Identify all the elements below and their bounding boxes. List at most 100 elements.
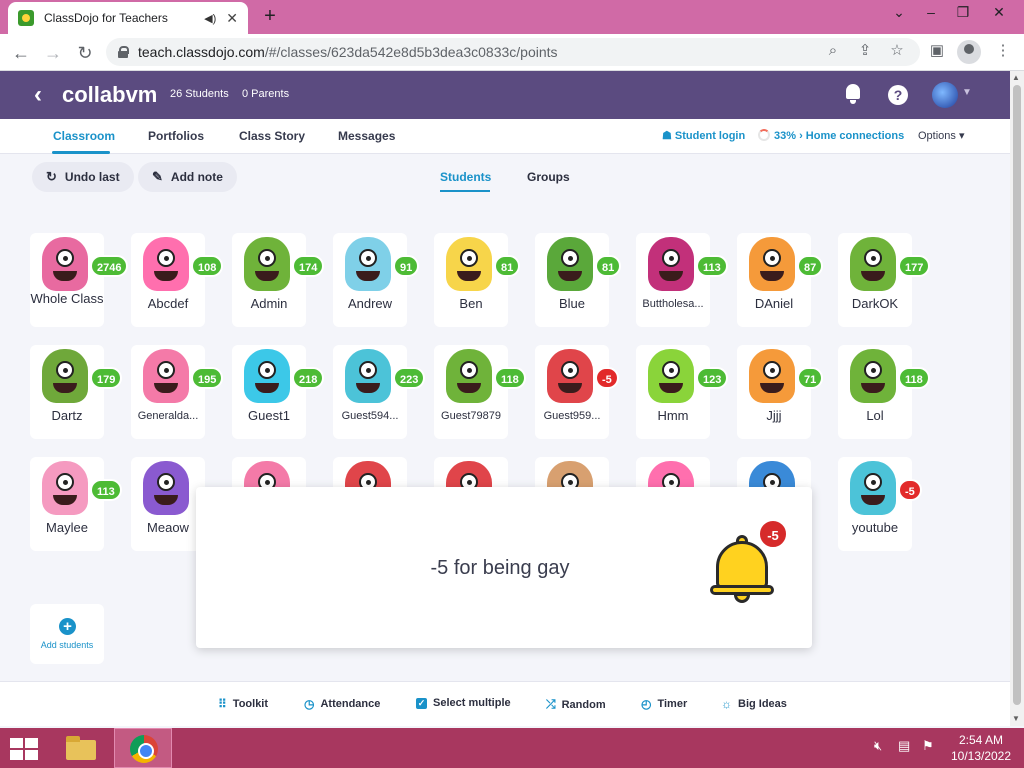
restore-icon[interactable]: ❐: [946, 0, 980, 28]
forward-icon[interactable]: →: [40, 40, 66, 66]
student-card[interactable]: 174 Admin: [232, 233, 325, 327]
student-name: Guest79879: [441, 410, 501, 422]
avatar[interactable]: [932, 82, 958, 108]
student-name: Andrew: [347, 296, 393, 311]
scroll-up-icon[interactable]: ▲: [1012, 73, 1020, 82]
tab-audio-icon[interactable]: ◀︎): [204, 12, 216, 25]
back-icon[interactable]: ←: [8, 40, 34, 66]
points-badge: 108: [191, 255, 224, 277]
windows-taskbar: 🔇︎ ▤ ⚑ 2:54 AM 10/13/2022: [0, 728, 1024, 768]
action-center-icon[interactable]: ⚑: [922, 738, 934, 754]
award-popup[interactable]: -5 for being gay -5: [196, 487, 812, 648]
points-badge: -5: [898, 479, 922, 501]
toolkit-button[interactable]: ⠿ Toolkit: [218, 697, 268, 711]
reload-icon[interactable]: ↻: [72, 40, 98, 66]
student-card[interactable]: 118 Lol: [838, 345, 930, 439]
classdojo-favicon-icon: [18, 10, 34, 26]
attendance-button[interactable]: ◷ Attendance: [304, 697, 380, 711]
bookmark-star-icon[interactable]: ☆: [884, 38, 910, 64]
random-button[interactable]: ⤮ Random: [546, 697, 606, 712]
help-icon[interactable]: ?: [888, 85, 908, 105]
student-name: DarkOK: [851, 296, 899, 311]
attendance-label: Attendance: [320, 698, 381, 710]
student-card[interactable]: 71 Jjjj: [737, 345, 824, 439]
monster-avatar-icon: [143, 237, 189, 291]
add-note-button[interactable]: ✎ Add note: [138, 162, 237, 192]
browser-tab[interactable]: ClassDojo for Teachers ◀︎) ✕: [8, 2, 248, 34]
add-students-label: Add students: [40, 640, 94, 650]
browser-menu-icon[interactable]: ⋮: [990, 38, 1016, 64]
tab-class-story[interactable]: Class Story: [239, 129, 305, 143]
points-badge: 91: [393, 255, 420, 277]
student-card[interactable]: 81 Blue: [535, 233, 622, 327]
tab-search-icon[interactable]: ⌄: [882, 0, 916, 28]
options-label: Options: [918, 130, 956, 142]
select-multiple-button[interactable]: ✓ Select multiple: [416, 697, 511, 709]
points-badge: 195: [191, 367, 224, 389]
timer-button[interactable]: ◴ Timer: [641, 697, 687, 711]
checkbox-icon: ✓: [416, 697, 427, 709]
url-path: /#/classes/623da542e8d5b3dea3c0833c/poin…: [264, 44, 558, 60]
notifications-bell-icon[interactable]: [844, 84, 862, 104]
lightbulb-icon: ☼: [721, 697, 732, 711]
network-icon[interactable]: ▤: [898, 738, 910, 754]
student-card[interactable]: 87 DAniel: [737, 233, 824, 327]
windows-start-icon[interactable]: [10, 738, 38, 760]
chrome-taskbar-button[interactable]: [114, 728, 172, 768]
volume-muted-icon[interactable]: 🔇︎: [874, 738, 882, 754]
tab-portfolios[interactable]: Portfolios: [148, 129, 204, 143]
new-tab-icon[interactable]: +: [258, 4, 282, 28]
points-badge: 81: [494, 255, 521, 277]
zoom-icon[interactable]: ⌕: [820, 38, 846, 64]
student-card[interactable]: 179 Dartz: [30, 345, 123, 439]
student-card[interactable]: -5 youtube: [838, 457, 922, 551]
student-card[interactable]: 81 Ben: [434, 233, 521, 327]
options-dropdown[interactable]: Options ▾: [918, 129, 965, 142]
tab-close-icon[interactable]: ✕: [226, 10, 238, 27]
student-card[interactable]: 108 Abcdef: [131, 233, 224, 327]
tab-classroom[interactable]: Classroom: [53, 129, 115, 143]
file-explorer-icon[interactable]: [64, 734, 98, 762]
page-scrollbar[interactable]: ▲ ▼: [1010, 71, 1024, 726]
student-card[interactable]: Meaow: [131, 457, 205, 551]
address-bar-row: ← → ↻ teach.classdojo.com /#/classes/623…: [0, 34, 1024, 71]
minimize-icon[interactable]: –: [914, 0, 948, 28]
students-count[interactable]: 26 Students: [170, 88, 229, 100]
student-card[interactable]: 118 Guest79879: [434, 345, 526, 439]
big-ideas-button[interactable]: ☼ Big Ideas: [721, 697, 787, 711]
side-panel-icon[interactable]: ▣: [924, 38, 950, 64]
window-close-icon[interactable]: ✕: [982, 0, 1016, 28]
whole-class-card[interactable]: 2746 Whole Class: [30, 233, 129, 327]
chevron-down-icon[interactable]: ▼: [962, 87, 972, 98]
student-card[interactable]: -5 Guest959...: [535, 345, 619, 439]
student-card[interactable]: 91 Andrew: [333, 233, 420, 327]
home-connections-link[interactable]: 33% › Home connections: [758, 129, 904, 142]
view-tab-indicator: [440, 190, 490, 192]
student-card[interactable]: 195 Generalda...: [131, 345, 224, 439]
share-icon[interactable]: ⇪: [852, 38, 878, 64]
tab-students[interactable]: Students: [440, 170, 491, 184]
back-chevron-icon[interactable]: ‹: [34, 81, 42, 109]
tab-messages[interactable]: Messages: [338, 129, 395, 143]
student-card[interactable]: 177 DarkOK: [838, 233, 931, 327]
browser-profile-icon[interactable]: [957, 40, 981, 64]
student-card[interactable]: 123 Hmm: [636, 345, 729, 439]
student-name: Guest959...: [543, 410, 601, 422]
add-students-button[interactable]: + Add students: [30, 604, 104, 664]
student-card[interactable]: 223 Guest594...: [333, 345, 426, 439]
student-name: Abcdef: [147, 296, 189, 311]
student-name: Buttholesa...: [642, 298, 704, 310]
student-card[interactable]: 113 Maylee: [30, 457, 122, 551]
url-input[interactable]: teach.classdojo.com /#/classes/623da542e…: [106, 38, 920, 66]
student-card[interactable]: 113 Buttholesa...: [636, 233, 728, 327]
points-badge: 118: [898, 367, 930, 389]
scrollbar-thumb[interactable]: [1013, 85, 1021, 705]
system-clock[interactable]: 2:54 AM 10/13/2022: [946, 732, 1016, 764]
student-name: Maylee: [46, 520, 88, 535]
parents-count[interactable]: 0 Parents: [242, 88, 289, 100]
student-login-link[interactable]: ☗ Student login: [662, 129, 745, 142]
undo-last-button[interactable]: ↻ Undo last: [32, 162, 134, 192]
scroll-down-icon[interactable]: ▼: [1012, 714, 1020, 723]
student-card[interactable]: 218 Guest1: [232, 345, 325, 439]
tab-groups[interactable]: Groups: [527, 170, 570, 184]
